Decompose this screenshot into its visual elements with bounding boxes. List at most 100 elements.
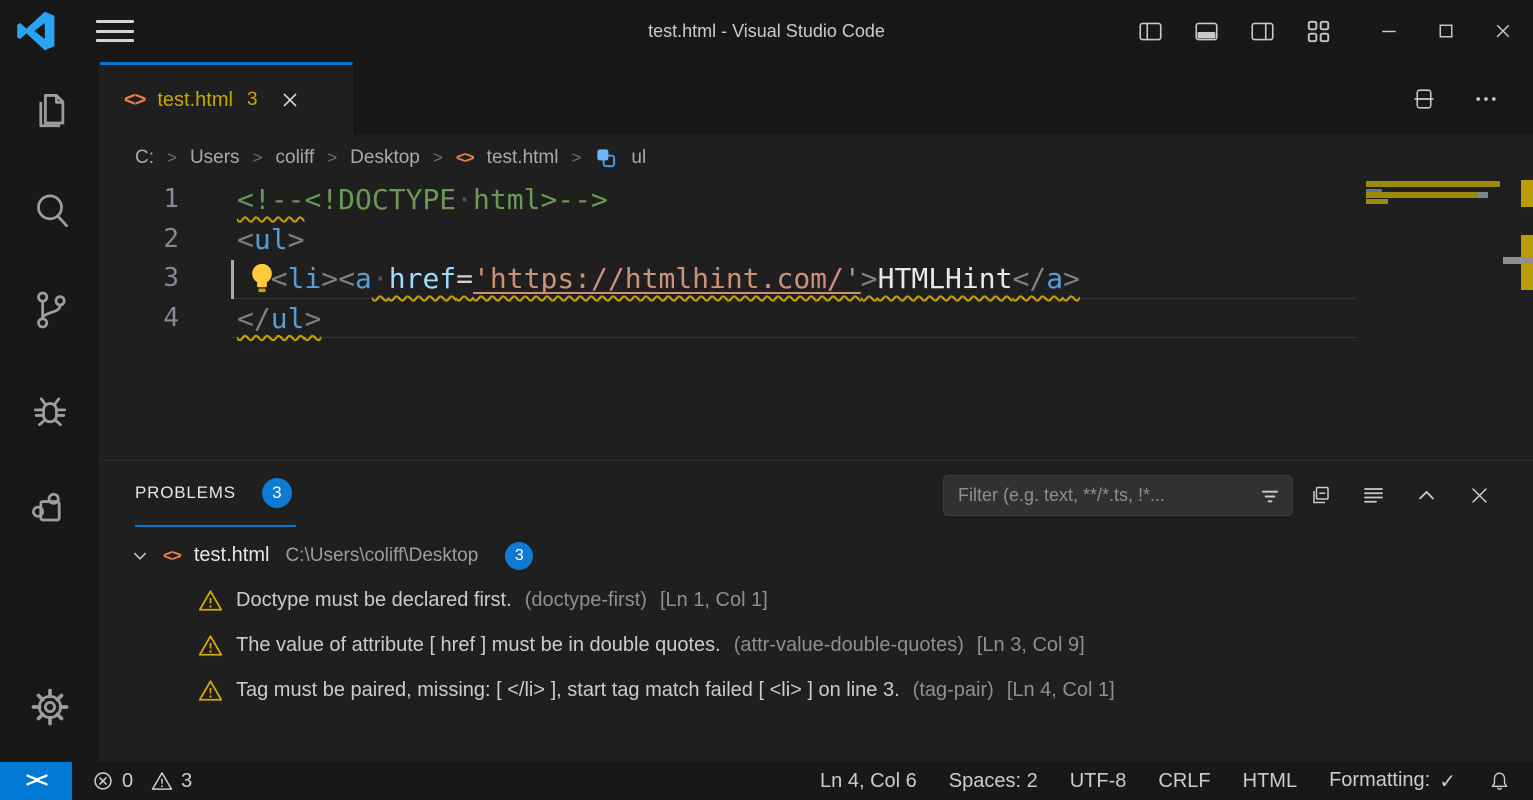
code-token: html>-->	[473, 183, 608, 216]
code-token: >	[861, 262, 878, 295]
text-cursor	[231, 260, 234, 299]
problem-row-tag-pair[interactable]: Tag must be paired, missing: [ </li> ], …	[100, 668, 1533, 713]
source-control-icon[interactable]	[27, 287, 73, 333]
maximize-window-icon[interactable]	[1434, 19, 1458, 43]
code-token: ul	[254, 223, 288, 256]
remote-indicator[interactable]: ><	[0, 762, 72, 800]
toggle-primary-sidebar-icon[interactable]	[1137, 18, 1164, 45]
warning-icon	[198, 633, 223, 658]
line-number[interactable]: 1	[100, 180, 187, 220]
formatting-status[interactable]: Formatting: ✓	[1329, 769, 1456, 794]
code-line[interactable]: 3 <li><a·href='https://htmlhint.com/'>HT…	[100, 259, 1533, 299]
html-file-icon: <>	[456, 148, 474, 168]
symbol-class-icon	[594, 146, 618, 170]
status-bar: >< 0 3 Ln 4, Col 6 Spaces: 2 UTF-8 CRLF …	[0, 762, 1533, 800]
code-editor[interactable]: 1<!--<!DOCTYPE·html>-->2<ul>3 <li><a·hre…	[100, 180, 1533, 460]
problems-list: <> test.html C:\Users\coliff\Desktop 3 D…	[100, 527, 1533, 713]
breadcrumb-separator: >	[571, 148, 581, 168]
breadcrumb-users[interactable]: Users	[190, 147, 240, 169]
language-mode[interactable]: HTML	[1243, 770, 1297, 793]
breadcrumb-coliff[interactable]: coliff	[276, 147, 315, 169]
tab-test-html[interactable]: <> test.html 3	[100, 62, 353, 135]
chevron-down-icon[interactable]	[130, 546, 150, 566]
code-token: <!--	[237, 183, 304, 216]
code-token: li	[288, 262, 322, 295]
problem-message: The value of attribute [ href ] must be …	[236, 634, 721, 657]
vscode-logo-icon	[16, 11, 56, 51]
view-as-table-icon[interactable]	[1361, 483, 1386, 508]
overview-ruler-warning-mark	[1521, 180, 1533, 207]
warning-icon	[198, 678, 223, 703]
code-token: </	[1012, 262, 1046, 295]
code-token: ·	[372, 262, 389, 295]
code-token: 'https://htmlhint.com/'	[473, 262, 861, 295]
problems-tab-label: PROBLEMS	[135, 483, 236, 503]
code-lines: 1<!--<!DOCTYPE·html>-->2<ul>3 <li><a·hre…	[100, 180, 1533, 338]
minimize-window-icon[interactable]	[1377, 19, 1401, 43]
filter-icon[interactable]	[1258, 484, 1282, 508]
html-file-icon: <>	[124, 89, 145, 112]
maximize-panel-icon[interactable]	[1414, 483, 1439, 508]
tab-problems[interactable]: PROBLEMS 3	[135, 461, 296, 527]
problem-row-doctype[interactable]: Doctype must be declared first. (doctype…	[100, 578, 1533, 623]
problem-row-attr-quotes[interactable]: The value of attribute [ href ] must be …	[100, 623, 1533, 668]
toggle-secondary-sidebar-icon[interactable]	[1249, 18, 1276, 45]
problems-filter-input[interactable]	[958, 485, 1258, 506]
run-debug-icon[interactable]	[27, 386, 73, 432]
line-number[interactable]: 2	[100, 220, 187, 260]
problem-location: [Ln 1, Col 1]	[660, 589, 768, 612]
code-token: href	[389, 262, 456, 295]
warning-icon	[198, 588, 223, 613]
warning-icon	[151, 770, 173, 792]
menu-hamburger-icon[interactable]	[96, 20, 134, 42]
settings-gear-icon[interactable]	[27, 684, 73, 730]
extensions-icon[interactable]	[27, 485, 73, 531]
notifications-bell-icon[interactable]	[1488, 770, 1511, 793]
more-actions-icon[interactable]	[1473, 86, 1499, 112]
code-text: </ul>	[187, 299, 321, 339]
breadcrumb-drive[interactable]: C:	[135, 147, 154, 169]
breadcrumb: C: > Users > coliff > Desktop > <> test.…	[100, 135, 1533, 180]
breadcrumb-desktop[interactable]: Desktop	[350, 147, 420, 169]
line-number[interactable]: 4	[100, 299, 187, 339]
breadcrumb-file[interactable]: test.html	[487, 147, 559, 169]
breadcrumb-symbol-ul[interactable]: ul	[631, 147, 646, 169]
code-token: =	[456, 262, 473, 295]
problems-summary[interactable]: 0 3	[92, 770, 202, 793]
lightbulb-icon[interactable]	[247, 262, 277, 294]
problems-file-path: C:\Users\coliff\Desktop	[285, 545, 478, 567]
explorer-icon[interactable]	[27, 89, 73, 135]
minimap-line-highlight	[1366, 181, 1500, 187]
problems-file-group[interactable]: <> test.html C:\Users\coliff\Desktop 3	[100, 533, 1533, 578]
problem-source: (attr-value-double-quotes)	[734, 634, 964, 657]
line-number[interactable]: 3	[100, 259, 187, 299]
error-count: 0	[122, 770, 133, 793]
minimap-line	[1478, 192, 1488, 198]
close-window-icon[interactable]	[1491, 19, 1515, 43]
activity-bar	[0, 62, 100, 762]
warning-count: 3	[181, 770, 192, 793]
split-editor-icon[interactable]	[1411, 86, 1437, 112]
tab-bar: <> test.html 3	[100, 62, 1533, 135]
check-icon: ✓	[1439, 769, 1456, 794]
indentation-setting[interactable]: Spaces: 2	[949, 770, 1038, 793]
cursor-position[interactable]: Ln 4, Col 6	[820, 770, 917, 793]
eol-setting[interactable]: CRLF	[1158, 770, 1210, 793]
code-token: </	[237, 302, 271, 335]
editor-area: <> test.html 3 C: > Users > co	[100, 62, 1533, 762]
minimap[interactable]	[1363, 180, 1503, 460]
encoding-setting[interactable]: UTF-8	[1070, 770, 1127, 793]
toggle-panel-icon[interactable]	[1193, 18, 1220, 45]
code-line[interactable]: 4</ul>	[100, 299, 1533, 339]
panel-actions	[1308, 475, 1492, 516]
tab-close-icon[interactable]	[280, 90, 300, 110]
collapse-all-icon[interactable]	[1308, 483, 1333, 508]
search-icon[interactable]	[27, 188, 73, 234]
customize-layout-icon[interactable]	[1305, 18, 1332, 45]
code-token: <!DOCTYPE	[304, 183, 456, 216]
code-line[interactable]: 2<ul>	[100, 220, 1533, 260]
code-text: <ul>	[187, 220, 304, 260]
close-panel-icon[interactable]	[1467, 483, 1492, 508]
code-line[interactable]: 1<!--<!DOCTYPE·html>-->	[100, 180, 1533, 220]
title-bar: test.html - Visual Studio Code	[0, 0, 1533, 62]
